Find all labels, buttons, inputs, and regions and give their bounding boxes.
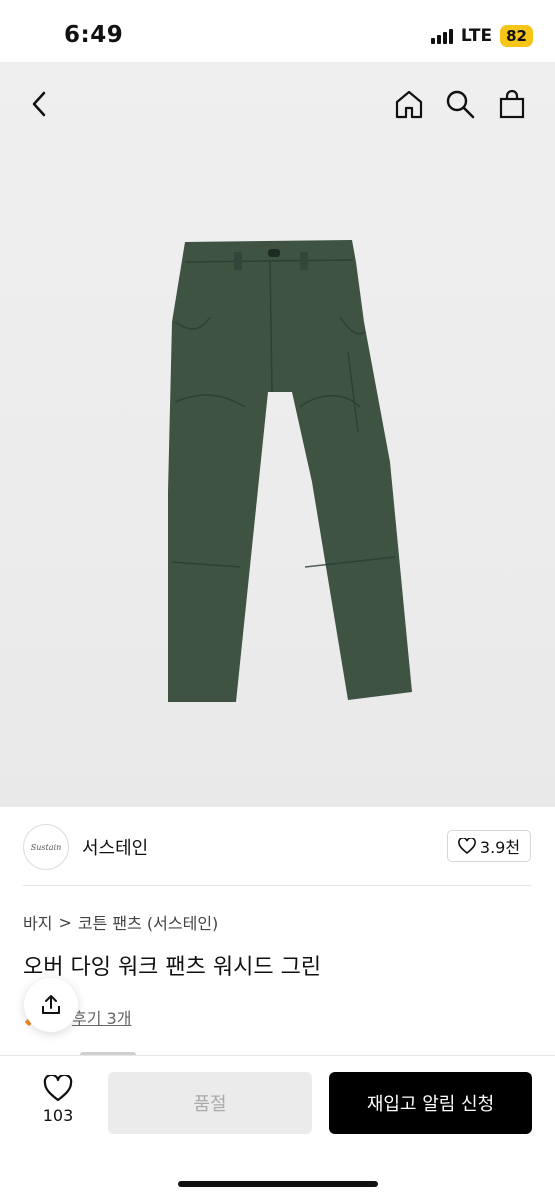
like-button[interactable]: 103 [30,1075,86,1125]
bag-button[interactable] [494,86,530,122]
battery-badge: 82 [500,25,533,47]
breadcrumb-separator: > [58,912,72,932]
share-icon [42,995,60,1014]
breadcrumb-category[interactable]: 바지 [23,910,52,934]
brand-logo[interactable]: Sustain [23,824,69,870]
heart-icon [458,838,476,854]
brand-logo-text: Sustain [30,842,62,852]
home-button[interactable] [391,86,427,122]
brand-name[interactable]: 서스테인 [82,834,148,860]
share-button[interactable] [24,978,78,1032]
signal-icon [430,28,453,44]
network-label: LTE [460,26,493,46]
heart-icon [43,1075,73,1102]
pants-image [168,240,412,702]
back-button[interactable] [22,86,58,122]
breadcrumb-subcategory[interactable]: 코튼 팬츠 (서스테인) [78,910,218,934]
product-title: 오버 다잉 워크 팬츠 워시드 그린 [23,955,322,980]
product-image[interactable] [0,62,555,807]
divider [23,885,531,886]
brand-like-button[interactable]: 3.9천 [447,830,531,862]
breadcrumb: 바지 > 코튼 팬츠 (서스테인) [23,910,218,934]
search-button[interactable] [442,86,478,122]
home-indicator [178,1181,378,1187]
search-icon [446,90,475,119]
review-link[interactable]: 후기 3개 [72,1005,131,1029]
shopping-bag-icon [499,89,525,119]
restock-alert-button[interactable]: 재입고 알림 신청 [329,1072,532,1134]
status-indicators: LTE 82 [430,25,533,47]
home-icon [395,90,423,119]
brand-like-count: 3.9천 [479,838,521,857]
status-time: 6:49 [64,22,124,48]
soldout-button[interactable]: 품절 [108,1072,312,1134]
like-count: 103 [42,1106,74,1125]
chevron-left-icon [32,91,46,117]
